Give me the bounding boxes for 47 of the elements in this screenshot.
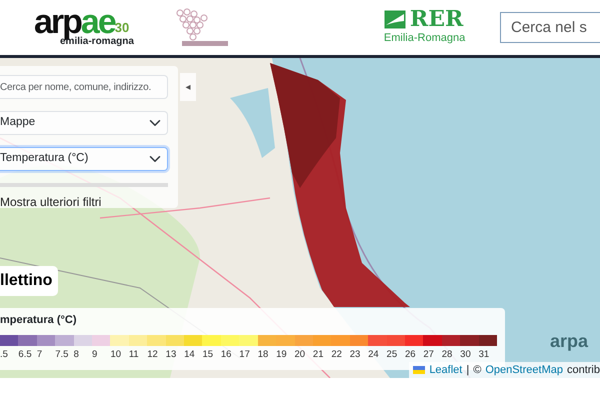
legend-label: 15 [202,348,214,360]
anniversary-number: 30 [114,20,130,36]
legend-label: 25 [386,348,398,360]
flag-icon [413,366,426,374]
legend-label: 21 [312,348,324,360]
legend-label: .5 [0,348,8,360]
legend-label: 30 [460,348,471,360]
legend-label: 16 [220,348,232,360]
legend-label: 7.5 [55,348,68,360]
leaflet-link[interactable]: Leaflet [429,362,462,378]
copyright-sign: © [473,363,482,378]
legend-label: 8 [74,348,79,360]
openstreetmap-link[interactable]: OpenStreetMap [485,362,563,378]
map-logo: arpa [550,330,588,353]
region-flag-icon [384,10,406,29]
site-search-field[interactable]: Cerca nel s [500,12,600,43]
legend-label: 12 [147,348,158,360]
legend-label: 7 [36,348,42,360]
logo-wordmark: arpae [34,8,115,38]
legend-label: 27 [423,348,434,360]
layer-select[interactable]: Mappe [0,111,168,135]
legend-label: 22 [331,348,342,360]
region-name: Emilia-Romagna [384,31,466,46]
collapse-toggle[interactable]: ◂ [180,73,196,101]
layer-select[interactable]: Temperatura (°C) [0,147,168,171]
legend-label: 19 [276,348,287,360]
legend-label: 23 [350,348,360,360]
legend-label: 31 [478,348,490,360]
legend-label: 13 [166,348,176,360]
legend-title: mperatura (°C) [0,313,78,328]
bulletin-button[interactable]: llettino [0,266,58,296]
legend-label: 26 [404,348,416,360]
legend-label: 14 [184,348,195,360]
place-search-field[interactable]: Cerca per nome, comune, indirizzo. [0,75,168,99]
legend-label: 24 [368,348,379,360]
legend-label: 28 [442,348,452,360]
attribution-text: contrib [566,363,600,378]
legend-label: 10 [110,348,122,360]
legend-label: 6.5 [18,348,32,360]
attribution-separator: | [466,363,470,378]
more-filters-toggle[interactable]: Mostra ulteriori filtri [0,183,168,211]
legend-label: 9 [92,348,98,360]
legend-label: 11 [128,348,139,360]
region-logo-text: RER [410,8,464,30]
legend-label: 20 [294,348,306,360]
legend-label: 18 [258,348,268,360]
legend-label: 17 [239,348,250,360]
